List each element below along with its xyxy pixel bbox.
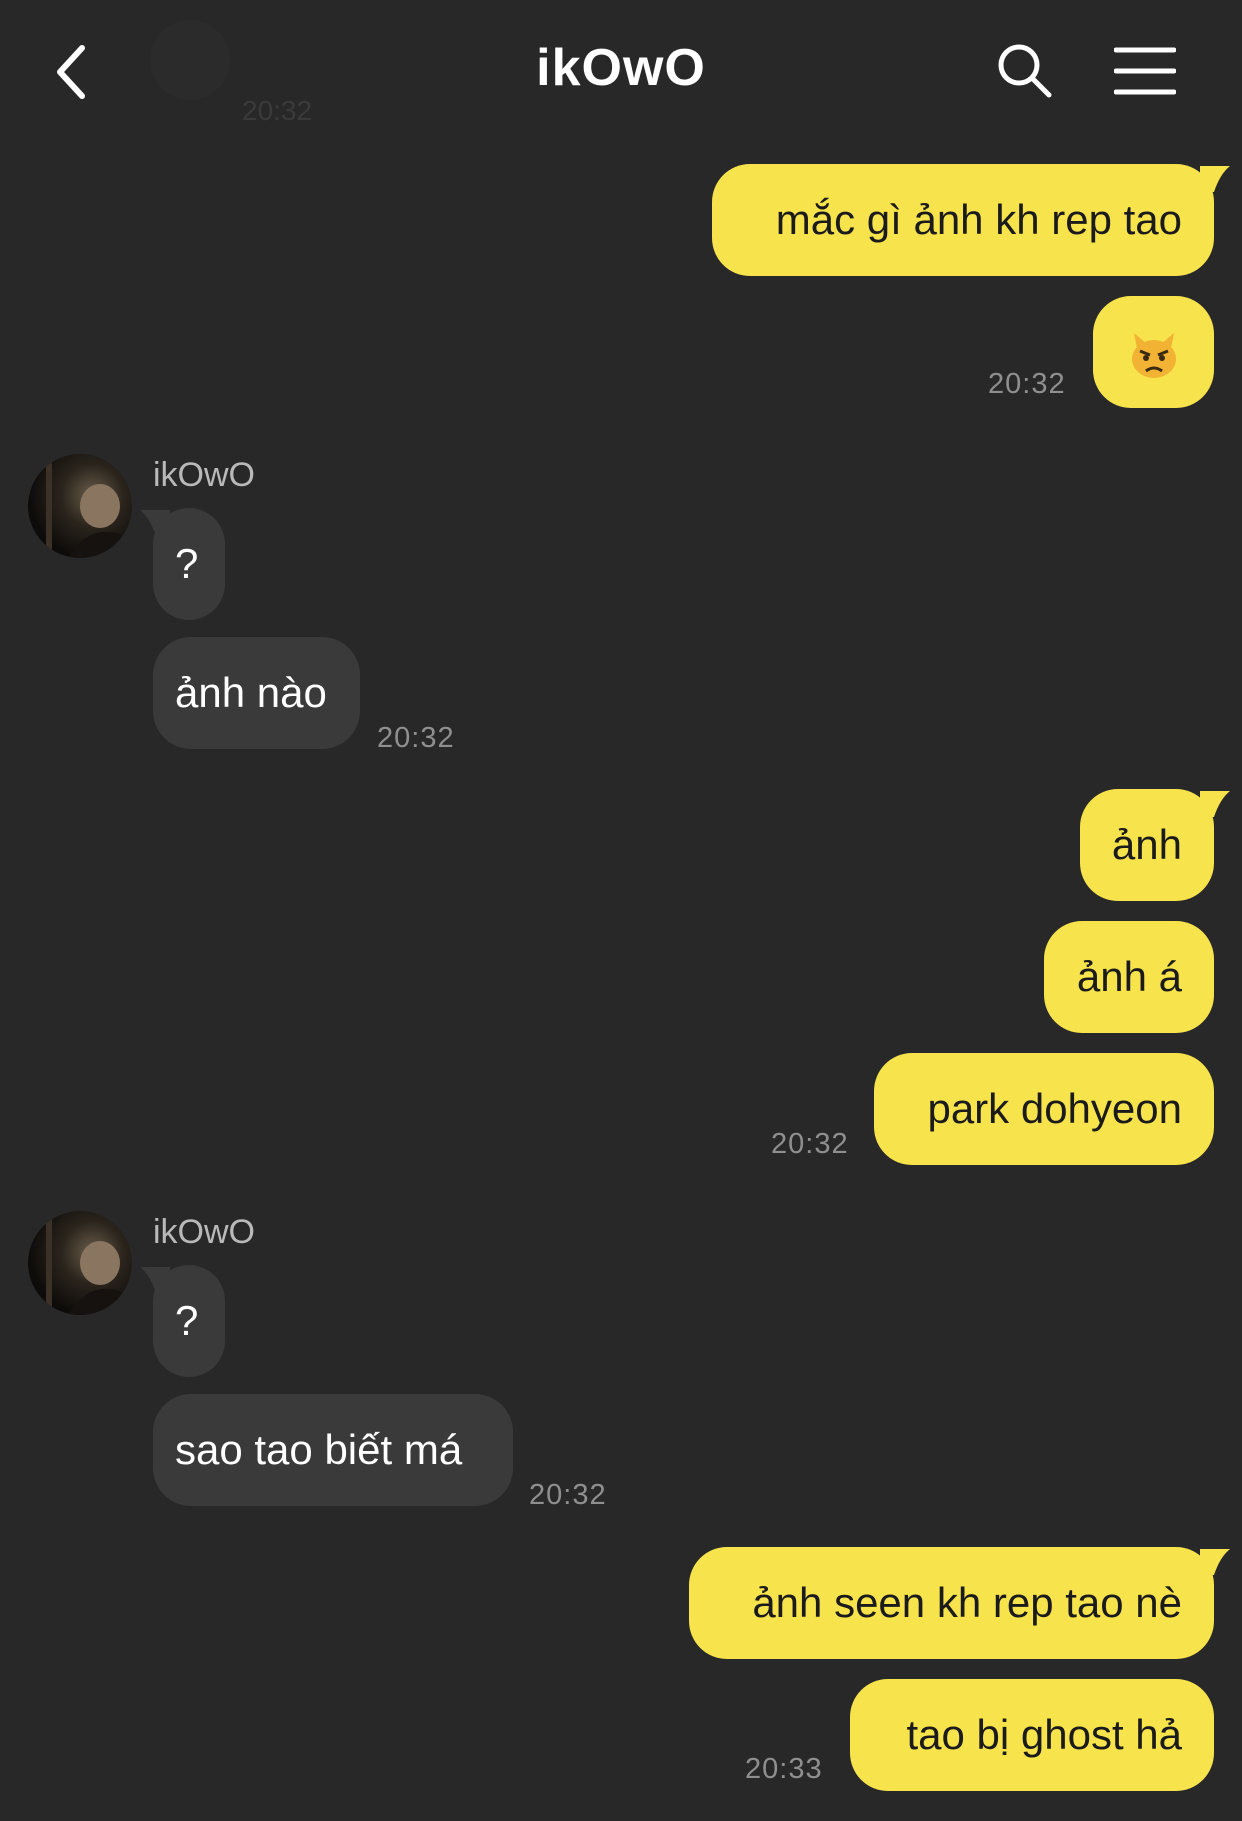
bubble-tail xyxy=(140,1267,170,1293)
sender-name: ikOwO xyxy=(153,456,255,494)
pouting-cat-emoji-icon xyxy=(1131,332,1176,378)
my-message-bubble[interactable]: mắc gì ảnh kh rep tao xyxy=(712,164,1214,276)
message-timestamp: 20:33 xyxy=(745,1753,823,1785)
my-message-bubble[interactable]: ảnh seen kh rep tao nè xyxy=(689,1547,1214,1659)
my-emoji-bubble[interactable] xyxy=(1093,296,1214,408)
chat-title: ikOwO xyxy=(536,39,706,97)
message-timestamp: 20:32 xyxy=(988,368,1066,400)
bubble-tail xyxy=(140,510,170,536)
menu-icon[interactable] xyxy=(1113,46,1177,96)
contact-avatar[interactable] xyxy=(28,454,132,558)
their-message-bubble[interactable]: ảnh nào xyxy=(153,637,360,749)
their-message-bubble[interactable]: sao tao biết má xyxy=(153,1394,513,1506)
my-message-bubble[interactable]: ảnh á xyxy=(1044,921,1214,1033)
bubble-tail xyxy=(1200,791,1230,817)
search-icon[interactable] xyxy=(996,42,1054,100)
my-message-bubble[interactable]: park dohyeon xyxy=(874,1053,1214,1165)
message-timestamp: 20:32 xyxy=(377,722,455,754)
my-message-bubble[interactable]: ảnh xyxy=(1080,789,1214,901)
chat-header: ikOwO xyxy=(0,0,1242,140)
contact-avatar[interactable] xyxy=(28,1211,132,1315)
bubble-tail xyxy=(1200,166,1230,192)
my-message-bubble[interactable]: tao bị ghost hả xyxy=(850,1679,1214,1791)
message-timestamp: 20:32 xyxy=(771,1128,849,1160)
message-timestamp: 20:32 xyxy=(529,1479,607,1511)
bubble-tail xyxy=(1200,1549,1230,1575)
sender-name: ikOwO xyxy=(153,1213,255,1251)
